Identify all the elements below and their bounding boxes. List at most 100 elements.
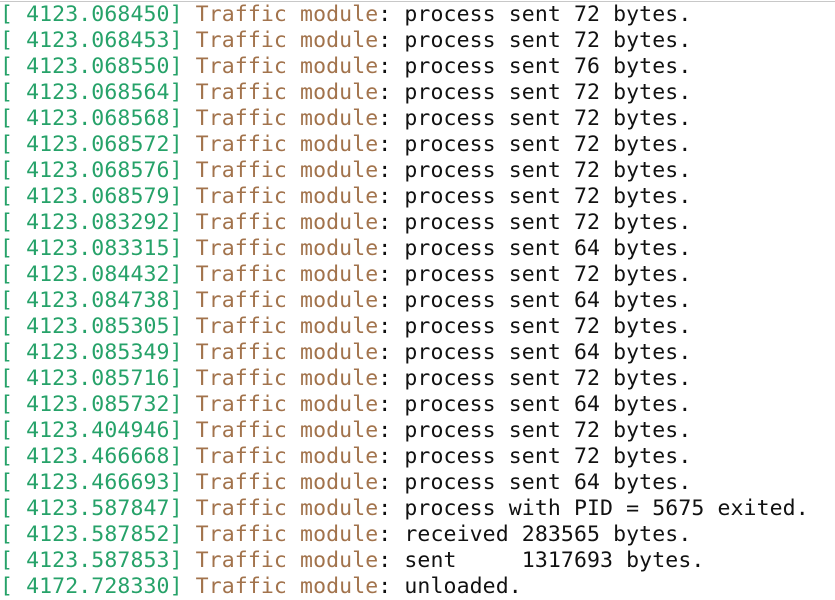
log-module: Traffic module [195,262,379,287]
log-message: process sent 72 bytes. [391,366,692,391]
log-line: [ 4123.083292] Traffic module: process s… [0,210,835,236]
log-module: Traffic module [195,236,379,261]
log-timestamp: [ 4123.085349] [0,340,183,365]
log-message: process sent 76 bytes. [391,54,692,79]
log-separator: : [378,28,392,53]
log-timestamp: [ 4123.587852] [0,522,183,547]
log-timestamp: [ 4123.084738] [0,288,183,313]
log-module: Traffic module [195,80,379,105]
log-message: process sent 72 bytes. [391,262,692,287]
log-line: [ 4123.068568] Traffic module: process s… [0,106,835,132]
log-line: [ 4123.466668] Traffic module: process s… [0,444,835,470]
log-separator: : [378,80,392,105]
log-message: process with PID = 5675 exited. [391,496,809,521]
log-module: Traffic module [195,210,379,235]
log-line: [ 4123.068576] Traffic module: process s… [0,158,835,184]
log-module: Traffic module [195,314,379,339]
log-line: [ 4123.068579] Traffic module: process s… [0,184,835,210]
log-module: Traffic module [195,444,379,469]
log-separator: : [378,184,392,209]
log-line: [ 4123.068450] Traffic module: process s… [0,2,835,28]
log-line: [ 4123.404946] Traffic module: process s… [0,418,835,444]
log-separator: : [378,418,392,443]
log-line: [ 4123.068453] Traffic module: process s… [0,28,835,54]
log-separator: : [378,288,392,313]
log-message: sent 1317693 bytes. [391,548,705,573]
log-separator: : [378,470,392,495]
log-line: [ 4123.466693] Traffic module: process s… [0,470,835,496]
log-timestamp: [ 4123.068568] [0,106,183,131]
log-line: [ 4123.068550] Traffic module: process s… [0,54,835,80]
log-separator: : [378,54,392,79]
log-separator: : [378,262,392,287]
log-separator: : [378,106,392,131]
log-timestamp: [ 4123.083315] [0,236,183,261]
log-line: [ 4123.083315] Traffic module: process s… [0,236,835,262]
log-line: [ 4123.085349] Traffic module: process s… [0,340,835,366]
log-module: Traffic module [195,28,379,53]
log-message: process sent 72 bytes. [391,444,692,469]
log-module: Traffic module [195,132,379,157]
log-timestamp: [ 4123.587853] [0,548,183,573]
log-module: Traffic module [195,574,379,599]
log-timestamp: [ 4123.068579] [0,184,183,209]
log-module: Traffic module [195,392,379,417]
log-module: Traffic module [195,184,379,209]
log-separator: : [378,548,392,573]
log-timestamp: [ 4123.085716] [0,366,183,391]
log-separator: : [378,496,392,521]
log-line: [ 4123.085716] Traffic module: process s… [0,366,835,392]
log-module: Traffic module [195,340,379,365]
log-timestamp: [ 4172.728330] [0,574,183,599]
log-message: process sent 64 bytes. [391,288,692,313]
log-separator: : [378,340,392,365]
log-message: process sent 72 bytes. [391,314,692,339]
log-line: [ 4172.728330] Traffic module: unloaded. [0,574,835,600]
log-message: process sent 72 bytes. [391,80,692,105]
log-message: process sent 72 bytes. [391,210,692,235]
log-message: process sent 72 bytes. [391,132,692,157]
log-timestamp: [ 4123.404946] [0,418,183,443]
log-module: Traffic module [195,366,379,391]
log-timestamp: [ 4123.587847] [0,496,183,521]
log-module: Traffic module [195,522,379,547]
log-message: process sent 64 bytes. [391,470,692,495]
log-timestamp: [ 4123.466693] [0,470,183,495]
log-separator: : [378,158,392,183]
log-line: [ 4123.587852] Traffic module: received … [0,522,835,548]
log-message: process sent 72 bytes. [391,2,692,27]
log-line: [ 4123.587847] Traffic module: process w… [0,496,835,522]
log-timestamp: [ 4123.085305] [0,314,183,339]
log-separator: : [378,236,392,261]
log-line: [ 4123.084738] Traffic module: process s… [0,288,835,314]
log-separator: : [378,574,392,599]
log-message: unloaded. [391,574,522,599]
log-message: process sent 64 bytes. [391,340,692,365]
log-module: Traffic module [195,496,379,521]
log-message: process sent 72 bytes. [391,28,692,53]
log-separator: : [378,210,392,235]
log-module: Traffic module [195,288,379,313]
log-message: received 283565 bytes. [391,522,692,547]
log-separator: : [378,392,392,417]
log-timestamp: [ 4123.068564] [0,80,183,105]
log-line: [ 4123.587853] Traffic module: sent 1317… [0,548,835,574]
log-line: [ 4123.085305] Traffic module: process s… [0,314,835,340]
terminal-output: [ 4123.068450] Traffic module: process s… [0,1,835,600]
log-timestamp: [ 4123.085732] [0,392,183,417]
log-message: process sent 72 bytes. [391,106,692,131]
log-timestamp: [ 4123.068550] [0,54,183,79]
log-timestamp: [ 4123.068450] [0,2,183,27]
log-timestamp: [ 4123.466668] [0,444,183,469]
log-module: Traffic module [195,418,379,443]
log-separator: : [378,522,392,547]
log-module: Traffic module [195,470,379,495]
log-module: Traffic module [195,548,379,573]
log-message: process sent 72 bytes. [391,158,692,183]
log-line: [ 4123.068564] Traffic module: process s… [0,80,835,106]
log-timestamp: [ 4123.083292] [0,210,183,235]
log-line: [ 4123.085732] Traffic module: process s… [0,392,835,418]
log-timestamp: [ 4123.068572] [0,132,183,157]
log-separator: : [378,314,392,339]
log-module: Traffic module [195,2,379,27]
